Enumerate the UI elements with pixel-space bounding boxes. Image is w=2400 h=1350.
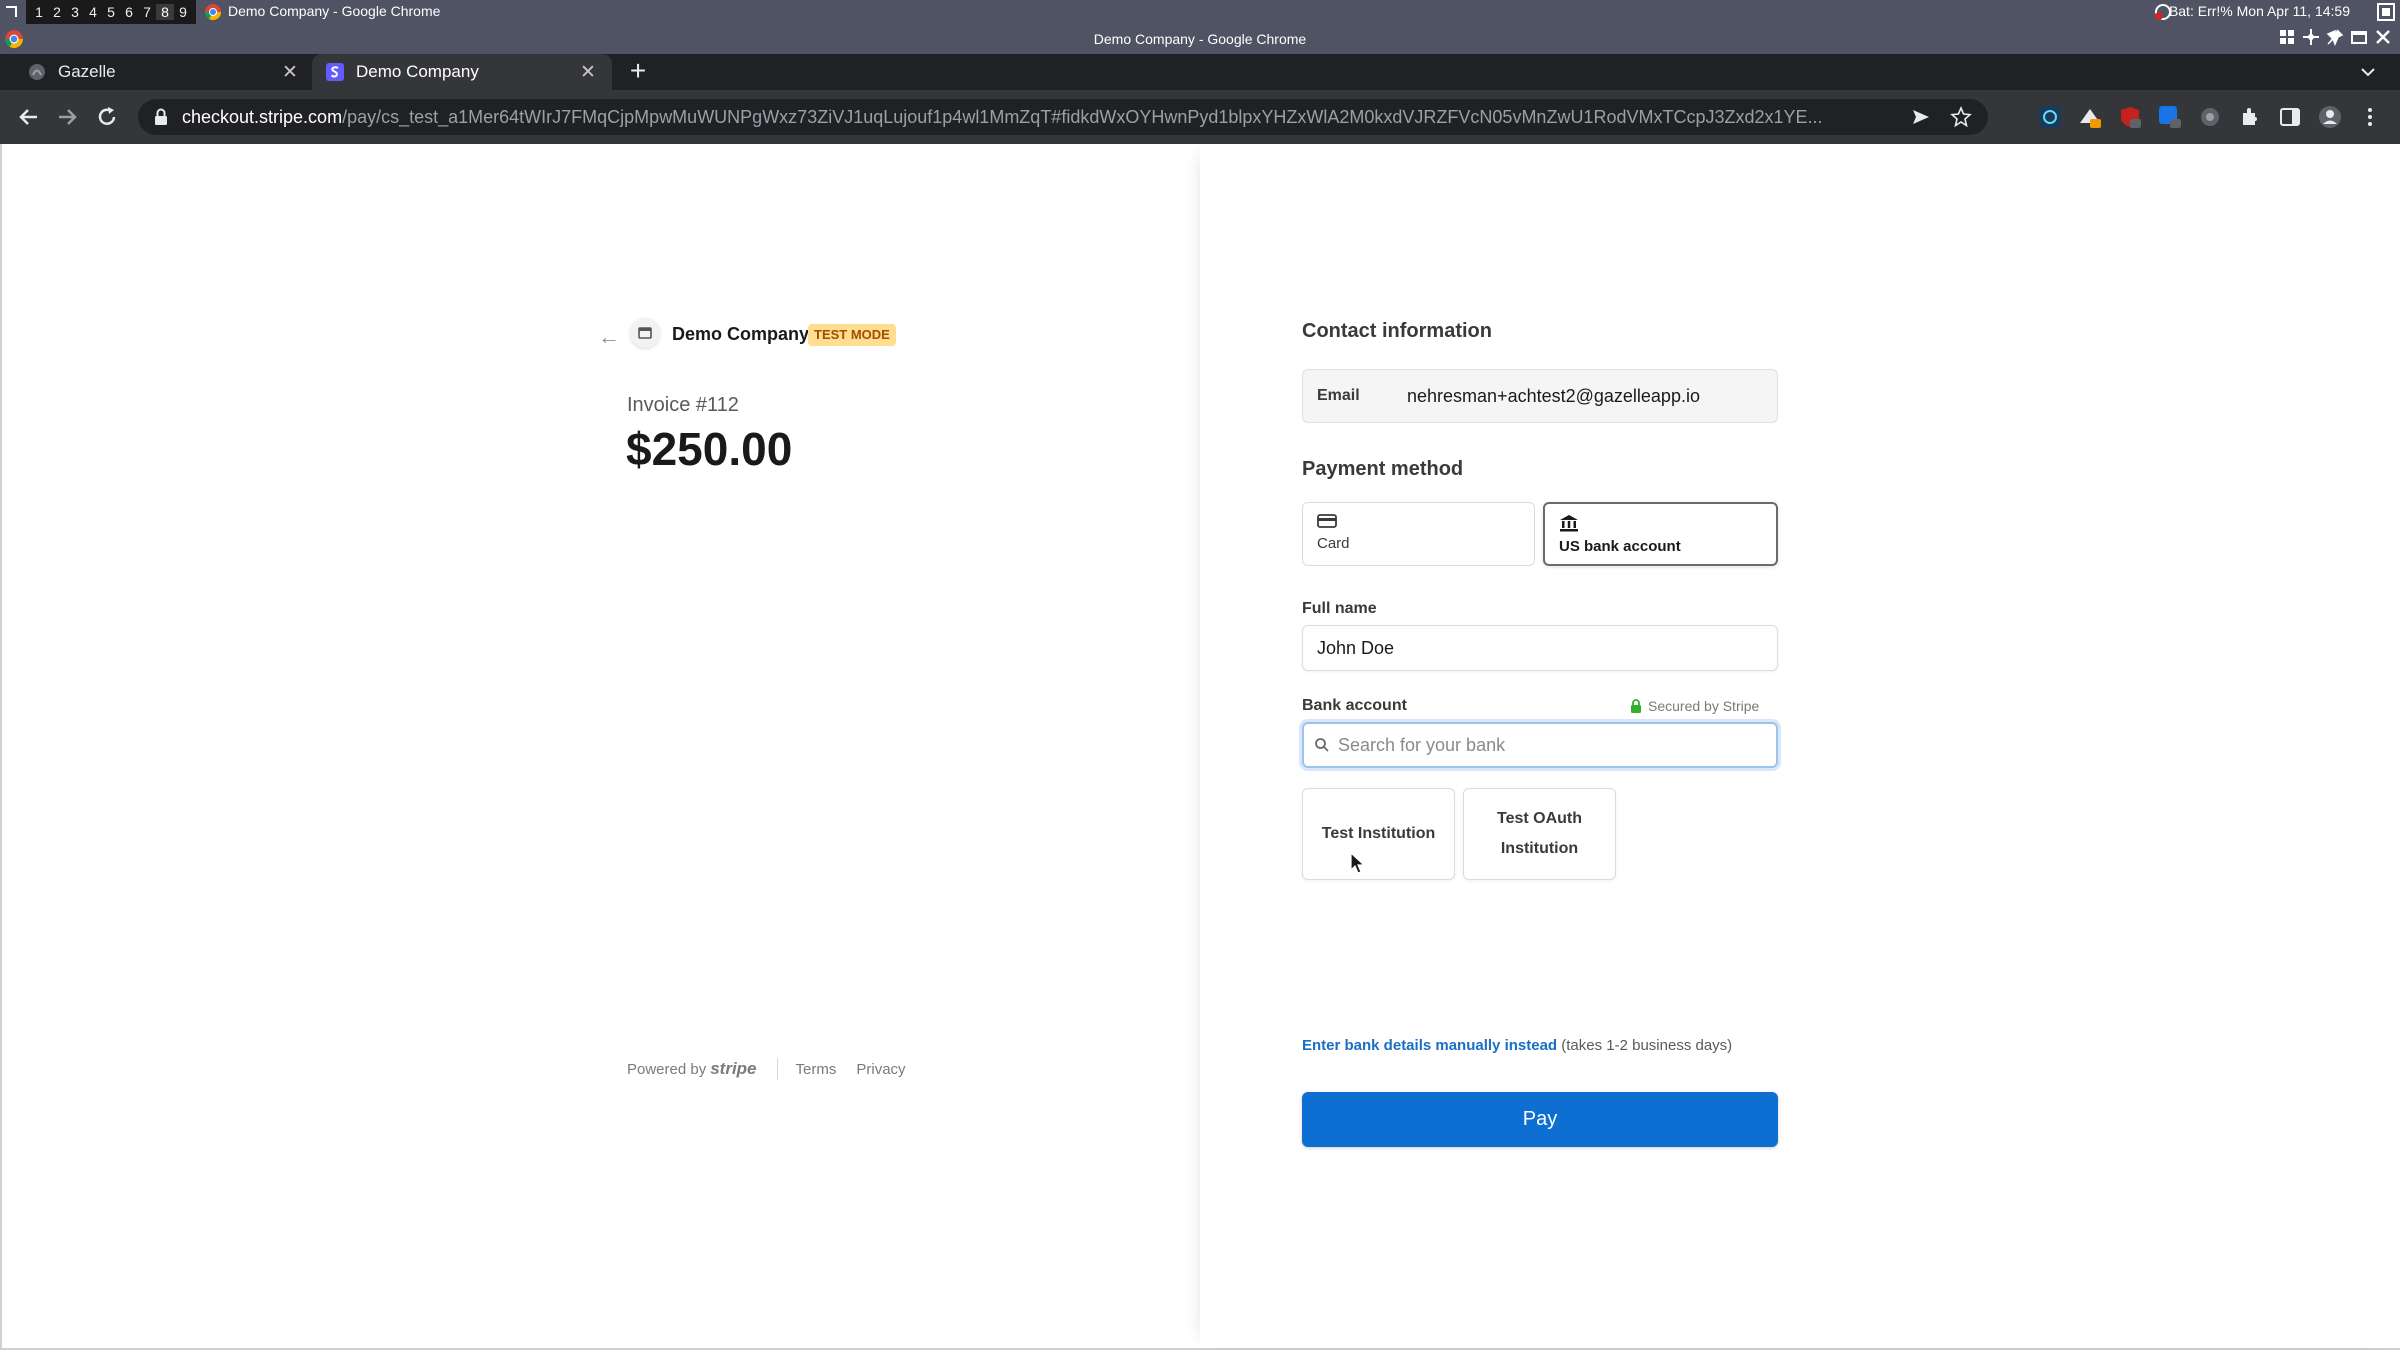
tab-close-icon[interactable]: ✕ bbox=[578, 61, 598, 84]
workspace-9[interactable]: 9 bbox=[174, 4, 192, 20]
extension-globe-icon[interactable] bbox=[2198, 105, 2222, 129]
chrome-app-icon bbox=[5, 30, 23, 48]
manual-entry-row: Enter bank details manually instead (tak… bbox=[1302, 1037, 1732, 1054]
tab-label: Gazelle bbox=[58, 62, 116, 81]
email-value[interactable]: nehresman+achtest2@gazelleapp.io bbox=[1407, 386, 1700, 407]
fullscreen-icon[interactable] bbox=[2376, 2, 2396, 22]
reload-icon[interactable] bbox=[94, 104, 120, 130]
invoice-number: Invoice #112 bbox=[627, 394, 739, 416]
bank-search-input[interactable] bbox=[1338, 734, 1766, 756]
close-window-icon[interactable] bbox=[2374, 28, 2392, 46]
institution-test-oauth[interactable]: Test OAuth Institution bbox=[1463, 788, 1616, 880]
address-bar[interactable]: checkout.stripe.com/pay/cs_test_a1Mer64t… bbox=[138, 99, 1988, 135]
checkout-page: ← Demo Company TEST MODE Invoice #112 $2… bbox=[0, 144, 2400, 1350]
manual-entry-link[interactable]: Enter bank details manually instead bbox=[1302, 1037, 1557, 1054]
checkout-footer: Powered by stripe Terms Privacy bbox=[627, 1058, 926, 1080]
workspace-7[interactable]: 7 bbox=[138, 4, 156, 20]
browser-toolbar: checkout.stripe.com/pay/cs_test_a1Mer64t… bbox=[0, 90, 2400, 144]
full-name-input[interactable] bbox=[1302, 625, 1778, 671]
pay-button[interactable]: Pay bbox=[1302, 1092, 1778, 1147]
pin-window-icon[interactable] bbox=[2326, 28, 2344, 46]
back-icon[interactable] bbox=[16, 104, 42, 130]
bank-account-label: Bank account bbox=[1302, 697, 1407, 714]
os-status-text: Bat: Err!% Mon Apr 11, 14:59 bbox=[2168, 3, 2350, 19]
os-window-title: Demo Company - Google Chrome bbox=[228, 3, 441, 19]
bookmark-star-icon[interactable] bbox=[1950, 106, 1972, 128]
move-window-icon[interactable] bbox=[2302, 28, 2320, 46]
terms-link[interactable]: Terms bbox=[796, 1061, 837, 1078]
browser-menu-icon[interactable] bbox=[2358, 105, 2382, 129]
payment-method-us-bank[interactable]: US bank account bbox=[1543, 502, 1778, 566]
card-label: Card bbox=[1317, 535, 1350, 552]
extensions-puzzle-icon[interactable] bbox=[2238, 105, 2262, 129]
powered-by-label: Powered by bbox=[627, 1060, 707, 1078]
us-bank-label: US bank account bbox=[1559, 538, 1681, 555]
chrome-window-title: Demo Company - Google Chrome bbox=[0, 24, 2400, 54]
tab-close-icon[interactable]: ✕ bbox=[280, 61, 300, 84]
send-tab-icon[interactable] bbox=[1910, 106, 1932, 128]
url-host: checkout.stripe.com bbox=[182, 106, 343, 127]
full-name-label: Full name bbox=[1302, 600, 1377, 617]
contact-info-title: Contact information bbox=[1302, 320, 1492, 342]
workspace-switcher[interactable]: 1 2 3 4 5 6 7 8 9 bbox=[26, 0, 196, 24]
window-controls bbox=[2278, 28, 2392, 46]
forward-icon[interactable] bbox=[54, 104, 80, 130]
privacy-link[interactable]: Privacy bbox=[856, 1061, 905, 1078]
tab-search-chevron-icon[interactable] bbox=[2360, 66, 2376, 78]
url-path: /pay/cs_test_a1Mer64tWIrJ7FMqCjpMpwMuWUN… bbox=[342, 106, 1823, 127]
manual-entry-note: (takes 1-2 business days) bbox=[1557, 1037, 1733, 1054]
tab-label: Demo Company bbox=[356, 62, 479, 81]
workspace-8[interactable]: 8 bbox=[156, 4, 174, 20]
workspace-5[interactable]: 5 bbox=[102, 4, 120, 20]
profile-avatar-icon[interactable] bbox=[2318, 105, 2342, 129]
extension-mail-icon[interactable] bbox=[2078, 105, 2102, 129]
new-tab-button[interactable]: + bbox=[624, 57, 652, 86]
maximize-window-icon[interactable] bbox=[2350, 28, 2368, 46]
secure-lock-icon bbox=[1631, 698, 1641, 713]
lock-icon[interactable] bbox=[154, 108, 168, 126]
back-arrow-icon[interactable]: ← bbox=[598, 324, 620, 350]
footer-divider bbox=[776, 1058, 778, 1080]
merchant-name: Demo Company bbox=[672, 324, 810, 344]
os-menu-icon[interactable] bbox=[4, 4, 20, 20]
bank-icon bbox=[1560, 515, 1578, 532]
test-mode-badge: TEST MODE bbox=[808, 324, 896, 346]
search-icon bbox=[1315, 738, 1329, 752]
mouse-cursor-icon bbox=[1350, 852, 1366, 874]
workspace-3[interactable]: 3 bbox=[66, 4, 84, 20]
url-text[interactable]: checkout.stripe.com/pay/cs_test_a1Mer64t… bbox=[182, 107, 1892, 128]
workspace-1[interactable]: 1 bbox=[30, 4, 48, 20]
card-icon bbox=[1317, 514, 1337, 528]
gazelle-favicon-icon bbox=[29, 64, 45, 80]
email-label: Email bbox=[1317, 387, 1360, 404]
tab-gazelle[interactable]: Gazelle ✕ bbox=[14, 54, 314, 90]
extension-blue-icon[interactable] bbox=[2158, 105, 2182, 129]
extension-devtools-icon[interactable] bbox=[2038, 105, 2062, 129]
tab-demo-company[interactable]: Demo Company ✕ bbox=[312, 54, 612, 90]
extension-shield-icon[interactable] bbox=[2118, 105, 2142, 129]
os-top-bar: 1 2 3 4 5 6 7 8 9 Demo Company - Google … bbox=[0, 0, 2400, 24]
tab-strip: Gazelle ✕ Demo Company ✕ + bbox=[0, 54, 2400, 90]
chrome-logo-icon bbox=[204, 4, 222, 21]
stripe-logo[interactable]: stripe bbox=[710, 1059, 756, 1079]
payment-method-title: Payment method bbox=[1302, 458, 1464, 480]
email-field[interactable]: Email nehresman+achtest2@gazelleapp.io bbox=[1302, 369, 1778, 423]
stripe-favicon-icon bbox=[326, 63, 344, 81]
workspace-4[interactable]: 4 bbox=[84, 4, 102, 20]
workspace-6[interactable]: 6 bbox=[120, 4, 138, 20]
institution-test[interactable]: Test Institution bbox=[1302, 788, 1455, 880]
merchant-logo-icon bbox=[630, 318, 660, 348]
side-panel-icon[interactable] bbox=[2278, 105, 2302, 129]
secured-by-stripe: Secured by Stripe bbox=[1630, 698, 1759, 714]
tile-layout-icon[interactable] bbox=[2278, 28, 2296, 46]
bank-search-box[interactable] bbox=[1302, 722, 1778, 768]
secured-text: Secured by Stripe bbox=[1648, 698, 1760, 714]
payment-method-card[interactable]: Card bbox=[1302, 502, 1535, 566]
workspace-2[interactable]: 2 bbox=[48, 4, 66, 20]
amount-due: $250.00 bbox=[626, 423, 793, 475]
